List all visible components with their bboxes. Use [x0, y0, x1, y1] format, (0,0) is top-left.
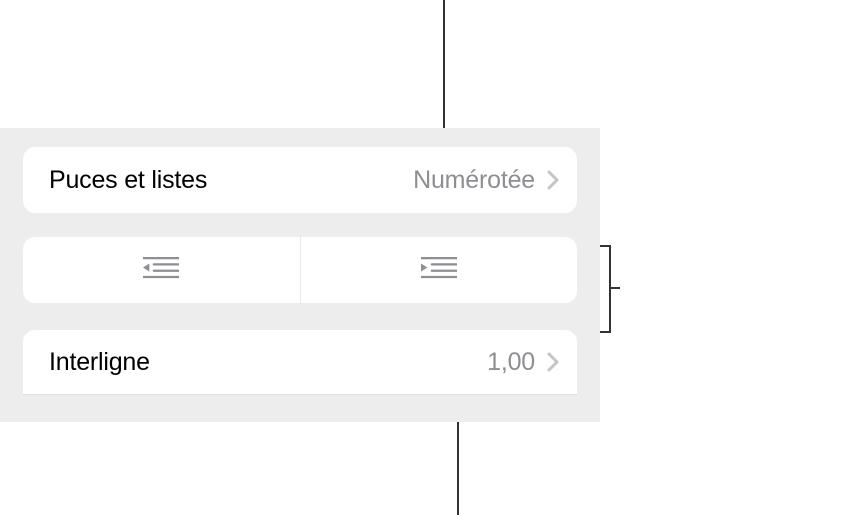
bullets-lists-label: Puces et listes — [49, 166, 413, 195]
increase-indent-button[interactable] — [301, 235, 578, 305]
bullets-lists-row[interactable]: Puces et listes Numérotée — [23, 147, 577, 213]
decrease-indent-icon — [143, 254, 179, 287]
line-spacing-row[interactable]: Interligne 1,00 — [23, 330, 577, 395]
chevron-right-icon — [547, 170, 559, 190]
increase-indent-icon — [421, 254, 457, 287]
line-spacing-value: 1,00 — [487, 348, 535, 377]
formatting-panel: Puces et listes Numérotée — [0, 128, 600, 422]
indent-controls-row — [23, 237, 577, 303]
bullets-lists-value: Numérotée — [413, 166, 535, 195]
chevron-right-icon — [547, 352, 559, 372]
decrease-indent-button[interactable] — [23, 235, 301, 305]
callout-bracket-right — [600, 245, 622, 333]
line-spacing-label: Interligne — [49, 348, 487, 377]
